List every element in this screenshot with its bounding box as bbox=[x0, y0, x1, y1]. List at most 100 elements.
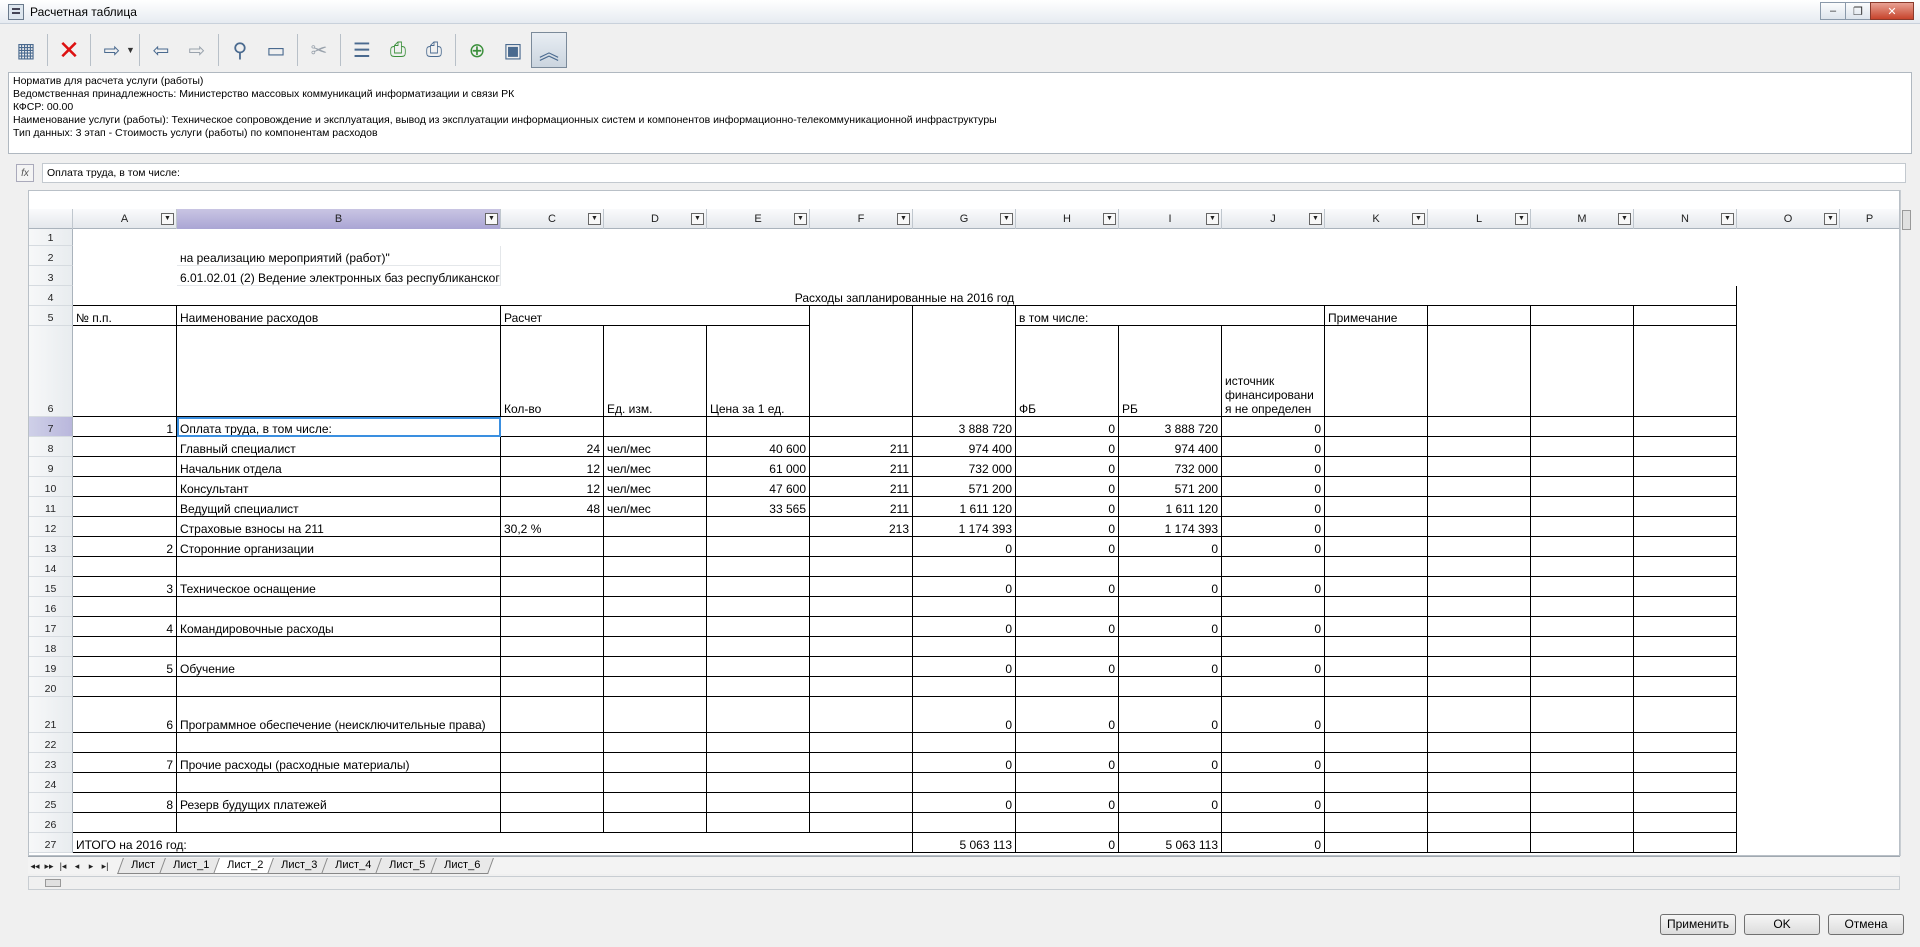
cell-a27[interactable]: ИТОГО на 2016 год: bbox=[73, 833, 913, 853]
cell-h11[interactable]: 0 bbox=[1016, 497, 1119, 517]
cell-i27[interactable]: 5 063 113 bbox=[1119, 833, 1222, 853]
filter-dropdown-icon[interactable]: ▼ bbox=[1824, 213, 1837, 225]
cell-l5[interactable] bbox=[1428, 306, 1531, 326]
cell-i9[interactable]: 732 000 bbox=[1119, 457, 1222, 477]
cell-b19[interactable]: Обучение bbox=[177, 657, 501, 677]
cell-f14[interactable] bbox=[810, 557, 913, 577]
cell-h20[interactable] bbox=[1016, 677, 1119, 697]
row-header-2[interactable]: 2 bbox=[29, 246, 73, 266]
cell-j12[interactable]: 0 bbox=[1222, 517, 1325, 537]
cell-e12[interactable] bbox=[707, 517, 810, 537]
cell-h27[interactable]: 0 bbox=[1016, 833, 1119, 853]
row-header-4[interactable]: 4 bbox=[29, 286, 73, 306]
tab-nav-next[interactable]: ▸ bbox=[84, 859, 98, 873]
cell-m6[interactable] bbox=[1531, 326, 1634, 417]
cell-e7[interactable] bbox=[707, 417, 810, 437]
minimize-button[interactable]: – bbox=[1820, 2, 1846, 20]
cell-l10[interactable] bbox=[1428, 477, 1531, 497]
cell-f24[interactable] bbox=[810, 773, 913, 793]
cell-l20[interactable] bbox=[1428, 677, 1531, 697]
column-header-p[interactable]: P bbox=[1840, 209, 1899, 229]
cell-a19[interactable]: 5 bbox=[73, 657, 177, 677]
cell-f19[interactable] bbox=[810, 657, 913, 677]
column-header-g[interactable]: G ▼ bbox=[913, 209, 1016, 229]
row-header-5[interactable]: 5 bbox=[29, 306, 73, 326]
cell-d20[interactable] bbox=[604, 677, 707, 697]
filter-dropdown-icon[interactable]: ▼ bbox=[161, 213, 174, 225]
cell-i15[interactable]: 0 bbox=[1119, 577, 1222, 597]
cell-e20[interactable] bbox=[707, 677, 810, 697]
cell-l8[interactable] bbox=[1428, 437, 1531, 457]
cell-i13[interactable]: 0 bbox=[1119, 537, 1222, 557]
back-icon[interactable]: ⇦ bbox=[143, 32, 179, 68]
cell-b3[interactable]: 6.01.02.01 (2) Ведение электронных баз р… bbox=[177, 266, 501, 286]
row-header-10[interactable]: 10 bbox=[29, 477, 73, 497]
cell-g14[interactable] bbox=[913, 557, 1016, 577]
cell-g10[interactable]: 571 200 bbox=[913, 477, 1016, 497]
cell-k9[interactable] bbox=[1325, 457, 1428, 477]
cell-f9[interactable]: 211 bbox=[810, 457, 913, 477]
cell-n22[interactable] bbox=[1634, 733, 1737, 753]
cell-b6[interactable] bbox=[177, 326, 501, 417]
cell-j8[interactable]: 0 bbox=[1222, 437, 1325, 457]
cell-c26[interactable] bbox=[501, 813, 604, 833]
row-header-14[interactable]: 14 bbox=[29, 557, 73, 577]
cell-g16[interactable] bbox=[913, 597, 1016, 617]
cell-m15[interactable] bbox=[1531, 577, 1634, 597]
cell-l6[interactable] bbox=[1428, 326, 1531, 417]
cell-e19[interactable] bbox=[707, 657, 810, 677]
dropdown-arrow-icon[interactable]: ▼ bbox=[126, 45, 136, 55]
cell-m23[interactable] bbox=[1531, 753, 1634, 773]
cell-i7[interactable]: 3 888 720 bbox=[1119, 417, 1222, 437]
cell-e9[interactable]: 61 000 bbox=[707, 457, 810, 477]
cell-a6[interactable] bbox=[73, 326, 177, 417]
cell-m8[interactable] bbox=[1531, 437, 1634, 457]
cell-d24[interactable] bbox=[604, 773, 707, 793]
close-button[interactable]: ✕ bbox=[1870, 2, 1914, 20]
row-header-11[interactable]: 11 bbox=[29, 497, 73, 517]
cell-m25[interactable] bbox=[1531, 793, 1634, 813]
cell-j22[interactable] bbox=[1222, 733, 1325, 753]
row-header-18[interactable]: 18 bbox=[29, 637, 73, 657]
cell-n15[interactable] bbox=[1634, 577, 1737, 597]
cell-j27[interactable]: 0 bbox=[1222, 833, 1325, 853]
cell-d13[interactable] bbox=[604, 537, 707, 557]
row-header-25[interactable]: 25 bbox=[29, 793, 73, 813]
cell-d26[interactable] bbox=[604, 813, 707, 833]
cell-c12[interactable]: 30,2 % bbox=[501, 517, 604, 537]
cell-g15[interactable]: 0 bbox=[913, 577, 1016, 597]
cell-c16[interactable] bbox=[501, 597, 604, 617]
cancel-button[interactable]: Отмена bbox=[1828, 914, 1904, 935]
cell-i21[interactable]: 0 bbox=[1119, 697, 1222, 733]
cell-f21[interactable] bbox=[810, 697, 913, 733]
cell-n12[interactable] bbox=[1634, 517, 1737, 537]
row-header-19[interactable]: 19 bbox=[29, 657, 73, 677]
sheet-tab-list-6[interactable]: Лист_6 bbox=[429, 857, 494, 874]
cell-k24[interactable] bbox=[1325, 773, 1428, 793]
cell-l12[interactable] bbox=[1428, 517, 1531, 537]
cell-e25[interactable] bbox=[707, 793, 810, 813]
cell-l17[interactable] bbox=[1428, 617, 1531, 637]
ok-button[interactable]: OK bbox=[1744, 914, 1820, 935]
cell-i6[interactable]: РБ bbox=[1119, 326, 1222, 417]
cell-h6[interactable]: ФБ bbox=[1016, 326, 1119, 417]
print-green-icon[interactable]: ⎙ bbox=[380, 32, 416, 68]
search-icon[interactable]: ⚲ bbox=[222, 32, 258, 68]
filter-dropdown-icon[interactable]: ▼ bbox=[1206, 213, 1219, 225]
cell-b13[interactable]: Сторонние организации bbox=[177, 537, 501, 557]
cell-d23[interactable] bbox=[604, 753, 707, 773]
cell-h21[interactable]: 0 bbox=[1016, 697, 1119, 733]
cell-g21[interactable]: 0 bbox=[913, 697, 1016, 733]
cell-n20[interactable] bbox=[1634, 677, 1737, 697]
cell-k22[interactable] bbox=[1325, 733, 1428, 753]
collapse-icon[interactable]: ︽ bbox=[531, 32, 567, 68]
cell-l15[interactable] bbox=[1428, 577, 1531, 597]
cell-d14[interactable] bbox=[604, 557, 707, 577]
row-header-24[interactable]: 24 bbox=[29, 773, 73, 793]
cell-m7[interactable] bbox=[1531, 417, 1634, 437]
cell-k5[interactable]: Примечание bbox=[1325, 306, 1428, 326]
cell-b25[interactable]: Резерв будущих платежей bbox=[177, 793, 501, 813]
row-header-15[interactable]: 15 bbox=[29, 577, 73, 597]
cell-h12[interactable]: 0 bbox=[1016, 517, 1119, 537]
cell-i14[interactable] bbox=[1119, 557, 1222, 577]
